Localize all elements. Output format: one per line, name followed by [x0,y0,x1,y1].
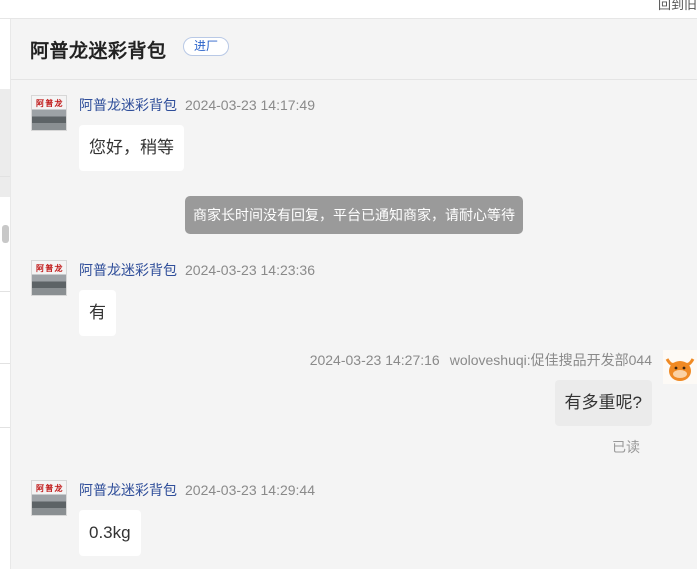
left-sidebar-edge [0,19,11,569]
system-notice: 商家长时间没有回复，平台已通知商家，请耐心等待 [185,196,523,234]
avatar-logo-text: 阿 普 龙 [36,264,62,273]
message-bubble: 0.3kg [79,510,141,556]
top-strip: 回到旧 [0,0,697,19]
sender-name[interactable]: 阿普龙迷彩背包 [79,97,177,113]
chat-header: 阿普龙迷彩背包 进厂 [11,19,697,80]
sidebar-divider [0,363,10,364]
sidebar-divider [0,427,10,428]
my-message-bubble: 有多重呢? [554,380,652,426]
cow-mascot-icon [663,350,697,384]
read-status: 已读 [612,439,640,455]
back-to-old-version-link[interactable]: 回到旧 [658,0,697,13]
message-time: 2024-03-23 14:27:16 [309,352,440,368]
enter-shop-button[interactable]: 进厂 [183,37,230,56]
my-account-name: woloveshuqi:促佳搜品开发部044 [449,352,652,368]
chat-panel: 阿普龙迷彩背包 进厂 阿 普 龙 阿普龙迷彩背包 2024-03-23 14:17… [11,19,697,569]
avatar-logo-text: 阿 普 龙 [36,99,62,108]
message-meta: 阿普龙迷彩背包 2024-03-23 14:23:36 [79,260,315,280]
sidebar-scrollbar-thumb[interactable] [2,225,9,243]
my-avatar[interactable] [663,350,697,384]
my-message-meta: 2024-03-23 14:27:16 woloveshuqi:促佳搜品开发部04… [310,350,652,370]
message-meta: 阿普龙迷彩背包 2024-03-23 14:17:49 [79,95,315,115]
sidebar-divider [0,176,10,177]
message-bubble: 您好，稍等 [79,125,184,171]
avatar-logo-text: 阿 普 龙 [36,484,62,493]
message-time: 2024-03-23 14:29:44 [185,482,315,498]
message-meta: 阿普龙迷彩背包 2024-03-23 14:29:44 [79,480,315,500]
message-bubble: 有 [79,290,116,336]
message-list: 阿 普 龙 阿普龙迷彩背包 2024-03-23 14:17:49 您好，稍等 商… [11,80,697,569]
sender-name[interactable]: 阿普龙迷彩背包 [79,482,177,498]
message-time: 2024-03-23 14:23:36 [185,262,315,278]
sender-name[interactable]: 阿普龙迷彩背包 [79,262,177,278]
sidebar-divider [0,291,10,292]
message-time: 2024-03-23 14:17:49 [185,97,315,113]
shop-avatar[interactable]: 阿 普 龙 [31,95,67,131]
shop-title: 阿普龙迷彩背包 [30,41,167,62]
shop-avatar[interactable]: 阿 普 龙 [31,260,67,296]
sidebar-selected-row[interactable] [0,89,10,197]
shop-avatar[interactable]: 阿 普 龙 [31,480,67,516]
